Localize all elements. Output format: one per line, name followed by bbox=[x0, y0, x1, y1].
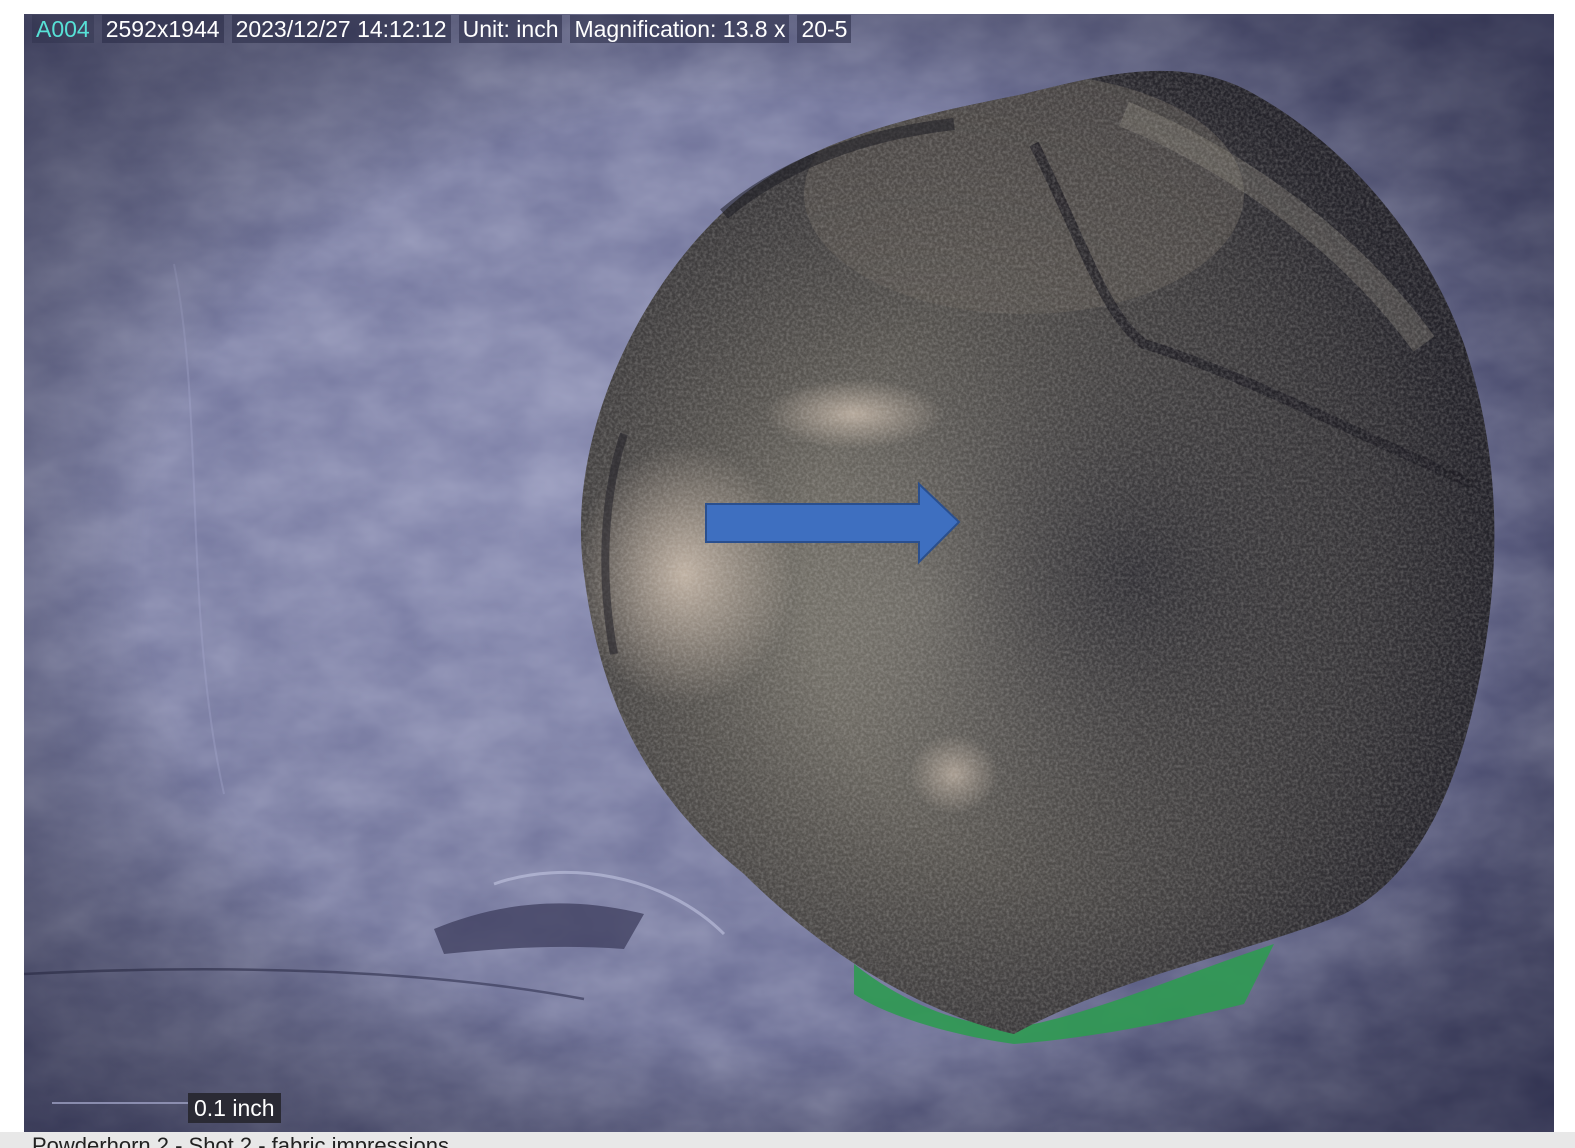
timestamp-readout: 2023/12/27 14:12:12 bbox=[231, 15, 451, 43]
resolution-readout: 2592x1944 bbox=[101, 15, 224, 43]
scale-bar-line bbox=[52, 1102, 200, 1104]
info-overlay-bar: A004 2592x1944 2023/12/27 14:12:12 Unit:… bbox=[24, 14, 852, 44]
magnification-readout: Magnification: 13.8 x bbox=[570, 15, 790, 43]
camera-id: A004 bbox=[32, 15, 94, 43]
caption-text: Powderhorn 2 - Shot 2 - fabric impressio… bbox=[32, 1133, 449, 1148]
microscope-photo: A004 2592x1944 2023/12/27 14:12:12 Unit:… bbox=[24, 14, 1554, 1132]
scale-bar-label: 0.1 inch bbox=[188, 1093, 281, 1123]
sample-code: 20-5 bbox=[797, 15, 852, 43]
photo-canvas bbox=[24, 14, 1554, 1132]
unit-readout: Unit: inch bbox=[458, 15, 563, 43]
image-frame: A004 2592x1944 2023/12/27 14:12:12 Unit:… bbox=[0, 0, 1575, 1148]
image-caption: Powderhorn 2 - Shot 2 - fabric impressio… bbox=[0, 1132, 1575, 1148]
